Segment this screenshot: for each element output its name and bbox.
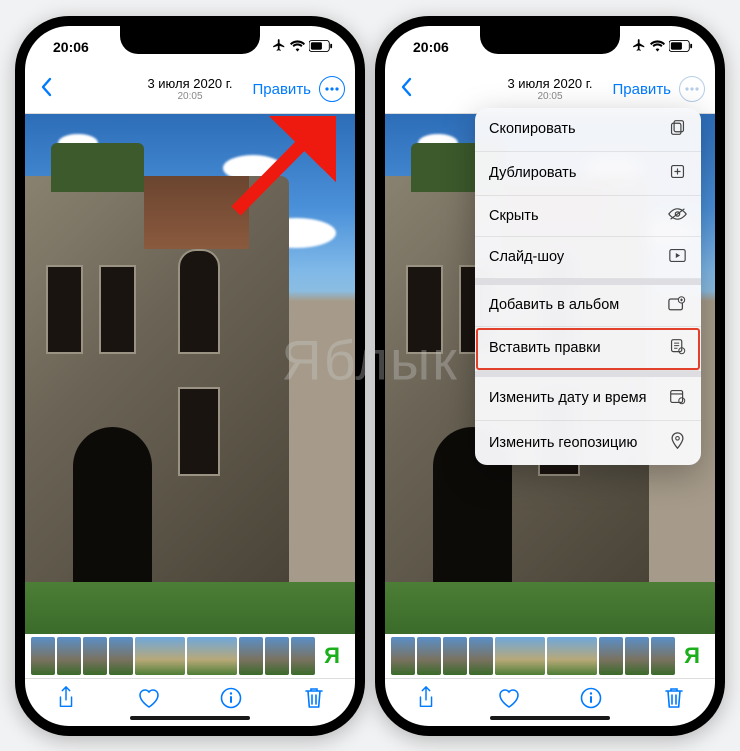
share-button[interactable]	[410, 686, 442, 715]
thumbnail[interactable]	[187, 637, 237, 675]
back-button[interactable]	[393, 73, 419, 106]
menu-adjust-datetime[interactable]: Изменить дату и время	[475, 377, 701, 421]
hide-icon	[667, 207, 687, 225]
favorite-button[interactable]	[493, 687, 525, 714]
edit-button[interactable]: Править	[613, 81, 672, 98]
nav-bar: 3 июля 2020 г. 20:05 Править	[25, 68, 355, 114]
thumbnail[interactable]	[547, 637, 597, 675]
photo-viewer[interactable]	[25, 114, 355, 634]
screen: 20:06 3 июля 2020 г. 20:05	[25, 26, 355, 726]
wifi-icon	[650, 39, 665, 55]
status-icons	[272, 38, 333, 55]
battery-icon	[669, 39, 693, 55]
more-button[interactable]	[679, 76, 705, 102]
menu-hide[interactable]: Скрыть	[475, 196, 701, 237]
delete-button[interactable]	[298, 686, 330, 715]
wifi-icon	[290, 39, 305, 55]
airplane-icon	[272, 38, 286, 55]
menu-label: Дублировать	[489, 165, 576, 181]
menu-slideshow[interactable]: Слайд-шоу	[475, 237, 701, 279]
edit-button[interactable]: Править	[253, 81, 312, 98]
menu-add-to-album[interactable]: Добавить в альбом	[475, 285, 701, 327]
thumbnail[interactable]	[443, 637, 467, 675]
thumbnail[interactable]	[109, 637, 133, 675]
thumbnail[interactable]	[291, 637, 315, 675]
thumbnail[interactable]	[135, 637, 185, 675]
share-button[interactable]	[50, 686, 82, 715]
menu-adjust-location[interactable]: Изменить геопозицию	[475, 421, 701, 465]
menu-label: Изменить дату и время	[489, 390, 647, 406]
favorite-button[interactable]	[133, 687, 165, 714]
menu-label: Изменить геопозицию	[489, 435, 637, 451]
thumbnail[interactable]	[599, 637, 623, 675]
thumbnail[interactable]	[495, 637, 545, 675]
phone-right: 20:06 3 июля 2020 г. 20:05	[375, 16, 725, 736]
nav-bar: 3 июля 2020 г. 20:05 Править	[385, 68, 715, 114]
album-icon	[667, 296, 687, 315]
menu-label: Слайд-шоу	[489, 249, 564, 265]
thumbnail[interactable]	[417, 637, 441, 675]
menu-paste-edits[interactable]: Вставить правки	[475, 327, 701, 371]
screen: 20:06 3 июля 2020 г. 20:05	[385, 26, 715, 726]
back-button[interactable]	[33, 73, 59, 106]
play-icon	[667, 248, 687, 267]
status-time: 20:06	[413, 39, 449, 55]
thumbnail[interactable]	[31, 637, 55, 675]
info-button[interactable]	[215, 687, 247, 714]
delete-button[interactable]	[658, 686, 690, 715]
battery-icon	[309, 39, 333, 55]
thumbnail-strip[interactable]: Я	[25, 634, 355, 678]
info-button[interactable]	[575, 687, 607, 714]
thumbnail[interactable]	[57, 637, 81, 675]
paste-edits-icon	[667, 338, 687, 359]
status-time: 20:06	[53, 39, 89, 55]
thumbnail-strip[interactable]: Я	[385, 634, 715, 678]
copy-icon	[667, 119, 687, 140]
menu-label: Скрыть	[489, 208, 539, 224]
phone-left: 20:06 3 июля 2020 г. 20:05	[15, 16, 365, 736]
calendar-icon	[667, 388, 687, 409]
more-button[interactable]	[319, 76, 345, 102]
menu-label: Добавить в альбом	[489, 297, 619, 313]
menu-label: Скопировать	[489, 121, 576, 137]
photo-content	[25, 114, 355, 634]
thumbnail[interactable]	[391, 637, 415, 675]
location-icon	[667, 432, 687, 454]
thumbnail[interactable]	[265, 637, 289, 675]
thumbnail[interactable]	[239, 637, 263, 675]
airplane-icon	[632, 38, 646, 55]
menu-label: Вставить правки	[489, 340, 601, 356]
thumbnail[interactable]	[83, 637, 107, 675]
thumbnail-logo[interactable]: Я	[317, 637, 347, 675]
home-indicator[interactable]	[490, 716, 610, 720]
thumbnail-logo[interactable]: Я	[677, 637, 707, 675]
home-indicator[interactable]	[130, 716, 250, 720]
thumbnail[interactable]	[625, 637, 649, 675]
menu-duplicate[interactable]: Дублировать	[475, 152, 701, 196]
menu-copy[interactable]: Скопировать	[475, 108, 701, 152]
thumbnail[interactable]	[651, 637, 675, 675]
context-menu: Скопировать Дублировать Скрыть Слайд-шоу	[475, 108, 701, 465]
notch	[480, 26, 620, 54]
thumbnail[interactable]	[469, 637, 493, 675]
notch	[120, 26, 260, 54]
duplicate-icon	[667, 163, 687, 184]
status-icons	[632, 38, 693, 55]
